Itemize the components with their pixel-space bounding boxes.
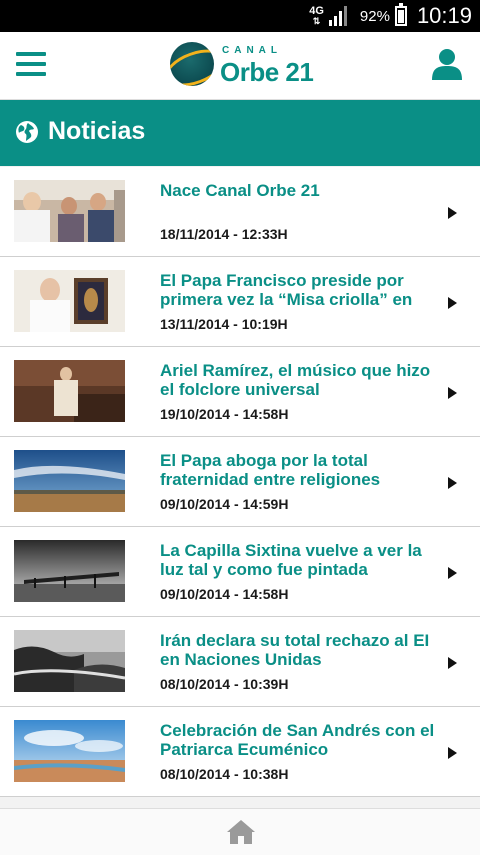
play-arrow-icon — [448, 477, 457, 489]
news-date: 09/10/2014 - 14:58H — [160, 586, 289, 602]
news-title: Celebración de San Andrés con el Patriar… — [160, 721, 435, 759]
network-label: 4G — [309, 5, 324, 17]
news-item[interactable]: El Papa Francisco preside por primera ve… — [0, 257, 480, 347]
clock: 10:19 — [416, 3, 472, 28]
globe-icon — [16, 121, 38, 143]
news-title: Irán declara su total rechazo al EI en N… — [160, 631, 430, 669]
news-date: 18/11/2014 - 12:33H — [160, 226, 288, 242]
news-thumbnail — [14, 630, 125, 692]
battery-fill — [397, 10, 404, 23]
news-item[interactable]: Irán declara su total rechazo al EI en N… — [0, 617, 480, 707]
play-arrow-icon — [448, 387, 457, 399]
play-arrow-icon — [448, 207, 457, 219]
bottom-nav — [0, 808, 480, 855]
news-date: 08/10/2014 - 10:39H — [160, 676, 289, 692]
battery-icon — [394, 3, 407, 26]
news-date: 19/10/2014 - 14:58H — [160, 406, 289, 422]
news-title: El Papa aboga por la total fraternidad e… — [160, 451, 381, 489]
hamburger-menu-icon[interactable] — [16, 52, 46, 76]
play-arrow-icon — [448, 747, 457, 759]
news-item[interactable]: El Papa aboga por la total fraternidad e… — [0, 437, 480, 527]
data-arrows-icon: ⇅ — [312, 16, 321, 26]
news-title: El Papa Francisco preside por primera ve… — [160, 271, 413, 309]
logo-main-text: Orbe 21 — [220, 57, 314, 87]
logo-small-text: CANAL — [222, 45, 282, 56]
news-item[interactable]: Celebración de San Andrés con el Patriar… — [0, 707, 480, 797]
signal-icon — [328, 6, 347, 26]
news-title: Nace Canal Orbe 21 — [160, 181, 320, 200]
news-title: Ariel Ramírez, el músico que hizo el fol… — [160, 361, 431, 399]
news-thumbnail — [14, 360, 125, 422]
news-thumbnail — [14, 270, 125, 332]
section-title: Noticias — [48, 117, 146, 145]
news-date: 13/11/2014 - 10:19H — [160, 316, 288, 332]
battery-percent: 92% — [359, 7, 390, 25]
news-title: La Capilla Sixtina vuelve a ver la luz t… — [160, 541, 422, 579]
play-arrow-icon — [448, 567, 457, 579]
news-thumbnail — [14, 540, 125, 602]
app-logo: CANAL Orbe 21 — [170, 41, 315, 91]
play-arrow-icon — [448, 297, 457, 309]
news-item[interactable]: Ariel Ramírez, el músico que hizo el fol… — [0, 347, 480, 437]
news-thumbnail — [14, 180, 125, 242]
news-date: 09/10/2014 - 14:59H — [160, 496, 289, 512]
network-indicator: 4G ⇅ — [309, 5, 324, 27]
news-item[interactable]: La Capilla Sixtina vuelve a ver la luz t… — [0, 527, 480, 617]
news-date: 08/10/2014 - 10:38H — [160, 766, 289, 782]
news-list: Nace Canal Orbe 21 18/11/2014 - 12:33H E… — [0, 167, 480, 797]
news-item[interactable]: Nace Canal Orbe 21 18/11/2014 - 12:33H — [0, 167, 480, 257]
user-profile-icon[interactable] — [432, 48, 462, 80]
app-header: CANAL Orbe 21 — [0, 32, 480, 100]
section-header: Noticias — [0, 100, 480, 166]
status-bar: 4G ⇅ 92% 10:19 — [0, 0, 480, 32]
home-icon[interactable] — [226, 819, 256, 845]
news-thumbnail — [14, 720, 125, 782]
news-thumbnail — [14, 450, 125, 512]
play-arrow-icon — [448, 657, 457, 669]
logo-globe-icon — [170, 42, 214, 86]
